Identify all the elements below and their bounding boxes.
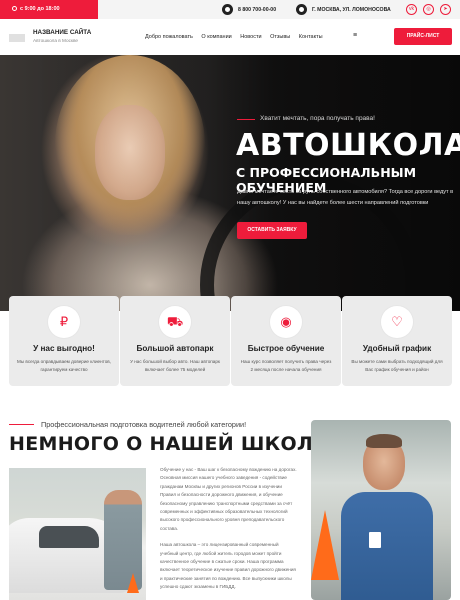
photo-instructor-body <box>341 492 433 600</box>
feature-card-schedule[interactable]: ♡ Удобный график Вы можете сами выбрать … <box>342 296 452 386</box>
telegram-icon[interactable]: ➤ <box>440 4 451 15</box>
logo[interactable] <box>9 34 25 42</box>
address: Г. МОСКВА, УЛ. ЛОМОНОСОВА <box>296 4 391 15</box>
submit-application-button[interactable]: ОСТАВИТЬ ЗАЯВКУ <box>237 222 307 239</box>
top-bar: с 9:00 до 18:00 8 800 700-00-00 Г. МОСКВ… <box>0 0 460 19</box>
working-hours-text: с 9:00 до 18:00 <box>20 6 60 12</box>
feature-card-fleet[interactable]: ⛟ Большой автопарк У нас большой выбор а… <box>120 296 230 386</box>
photo-instructor-hair <box>366 434 402 448</box>
piggy-bank-icon: ₽ <box>48 306 80 338</box>
hero-title: АВТОШКОЛА <box>236 128 460 163</box>
feature-title: Быстрое обучение <box>247 344 325 353</box>
nav-item-about[interactable]: О компании <box>201 34 231 40</box>
nav-item-welcome[interactable]: Добро пожаловать <box>145 34 193 40</box>
price-list-button[interactable]: ПРАЙС-ЛИСТ <box>394 28 452 45</box>
location-icon <box>296 4 307 15</box>
about-photo-car <box>9 468 146 600</box>
feature-title: Большой автопарк <box>136 344 214 353</box>
photo-traffic-cone <box>127 573 139 593</box>
photo-badge <box>369 532 381 548</box>
site-name[interactable]: НАЗВАНИЕ САЙТА <box>33 29 91 36</box>
photo-traffic-cone <box>311 510 339 580</box>
nav-item-contacts[interactable]: Контакты <box>299 34 323 40</box>
heart-shield-icon: ♡ <box>381 306 413 338</box>
phone-number[interactable]: 8 800 700-00-00 <box>238 7 276 13</box>
steering-wheel-icon: ◉ <box>270 306 302 338</box>
about-paragraph: Обучение у нас - Ваш шаг к безопасному в… <box>160 467 297 531</box>
feature-text: У нас большой выбор авто. Наш автопарк в… <box>130 359 220 372</box>
features: ₽ У нас выгодно! Мы всегда оправдываем д… <box>0 296 460 386</box>
phone-link[interactable]: 8 800 700-00-00 <box>222 4 276 15</box>
working-hours: с 9:00 до 18:00 <box>0 0 98 19</box>
main-nav: Добро пожаловать О компании Новости Отзы… <box>145 34 330 40</box>
about-text: Обучение у нас - Ваш шаг к безопасному в… <box>160 466 298 600</box>
feature-card-profitable[interactable]: ₽ У нас выгодно! Мы всегда оправдываем д… <box>9 296 119 386</box>
nav-item-reviews[interactable]: Отзывы <box>270 34 290 40</box>
phone-icon <box>222 4 233 15</box>
header: НАЗВАНИЕ САЙТА Автошкола в Москве Добро … <box>0 19 460 55</box>
hero-slogan: Хватит мечтать, пора получать права! <box>260 115 375 122</box>
nav-item-news[interactable]: Новости <box>240 34 261 40</box>
feature-title: Удобный график <box>362 344 432 353</box>
hero-description: Давно мечтаете сесть за руль собственног… <box>237 189 454 206</box>
hero-banner: Хватит мечтать, пора получать права! АВТ… <box>0 55 460 311</box>
feature-text: Наш курс позволяет получить права через … <box>240 359 332 372</box>
about-photo-instructor <box>311 420 451 600</box>
slogan-accent-line <box>237 119 255 120</box>
vk-icon[interactable]: vk <box>406 4 417 15</box>
feature-card-fast[interactable]: ◉ Быстрое обучение Наш курс позволяет по… <box>231 296 341 386</box>
site-tagline: Автошкола в Москве <box>33 38 79 43</box>
menu-icon[interactable]: ≡ <box>353 32 358 39</box>
about-paragraph: Наша автошкола – это лицензированный сов… <box>160 542 296 590</box>
feature-text: Вы можете сами выбрать подходящий для Ва… <box>351 359 443 372</box>
car-icon: ⛟ <box>159 306 191 338</box>
instagram-icon[interactable]: ◎ <box>423 4 434 15</box>
clock-icon <box>12 6 17 11</box>
address-text: Г. МОСКВА, УЛ. ЛОМОНОСОВА <box>312 6 391 13</box>
about-pretitle: Профессиональная подготовка водителей лю… <box>41 420 247 429</box>
feature-title: У нас выгодно! <box>33 344 95 353</box>
about-accent-line <box>9 424 34 425</box>
about-heading: НЕМНОГО О НАШЕЙ ШКОЛЕ <box>9 433 327 455</box>
feature-text: Мы всегда оправдываем доверие клиентов, … <box>17 359 111 372</box>
photo-car-window <box>39 526 99 548</box>
